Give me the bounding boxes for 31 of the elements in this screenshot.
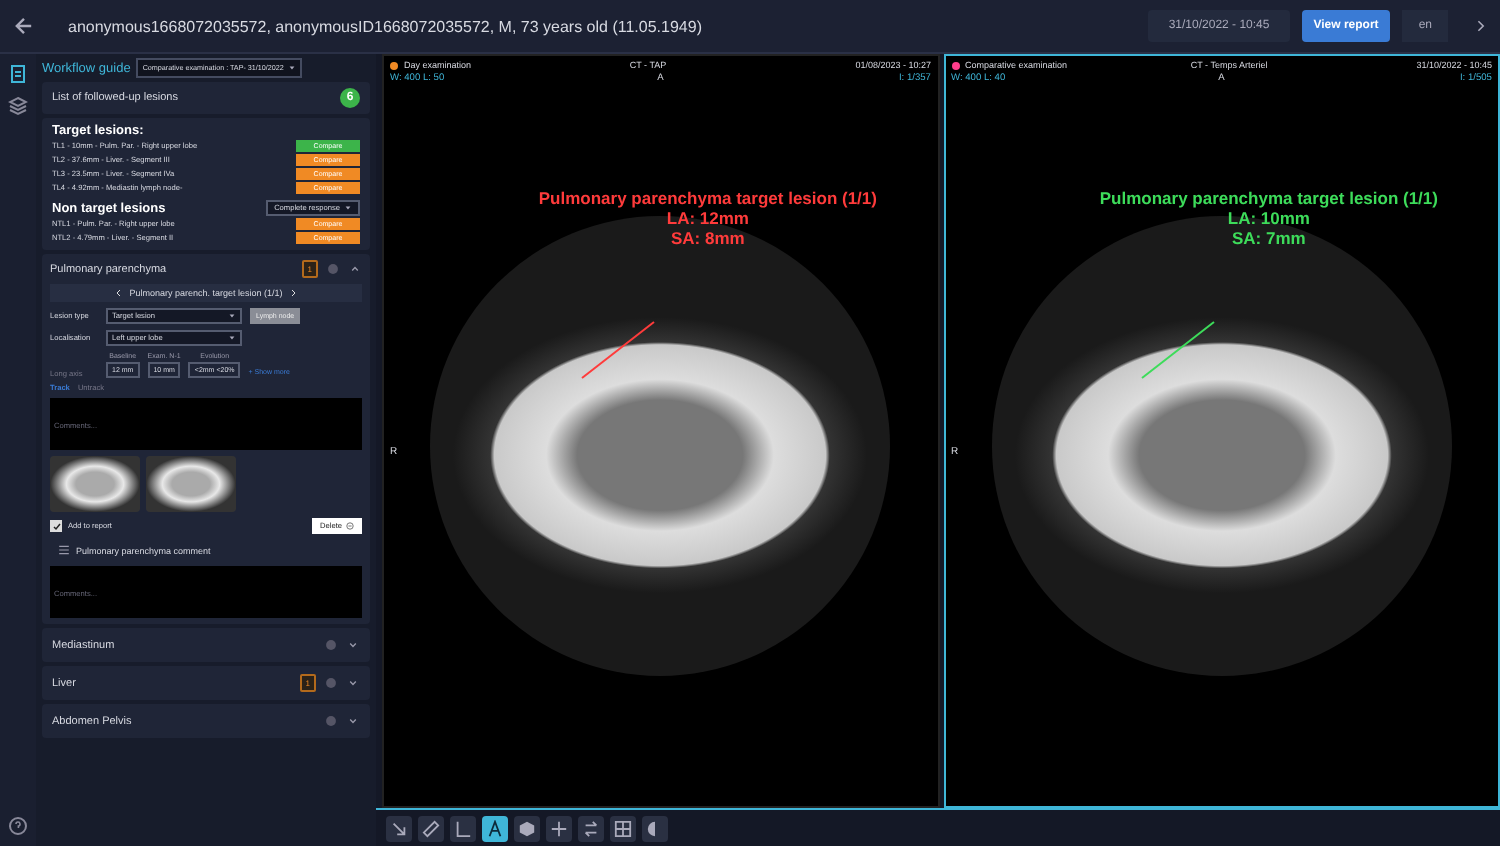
grid-tool-icon[interactable]: [610, 815, 636, 841]
annotation-label: Pulmonary parenchyma target lesion (1/1) LA: 12mm SA: 8mm: [538, 188, 877, 248]
plus-tool-icon[interactable]: [546, 815, 572, 841]
chevron-down-icon[interactable]: [346, 714, 360, 728]
caret-icon: [228, 312, 236, 320]
hexagon-tool-icon[interactable]: [514, 815, 540, 841]
angle-tool-icon[interactable]: [450, 815, 476, 841]
document-icon[interactable]: [8, 64, 28, 84]
chevron-up-icon[interactable]: [348, 262, 362, 276]
help-icon[interactable]: [8, 816, 28, 836]
layers-icon[interactable]: [8, 96, 28, 116]
add-to-report-checkbox[interactable]: [50, 520, 62, 532]
menu-icon: [58, 544, 70, 556]
arrow-tool-icon[interactable]: [386, 815, 412, 841]
ct-thumbnail[interactable]: [146, 456, 236, 512]
ct-thumbnail[interactable]: [50, 456, 140, 512]
swap-tool-icon[interactable]: [578, 815, 604, 841]
annotation-label: Pulmonary parenchyma target lesion (1/1) LA: 10mm SA: 7mm: [1099, 188, 1438, 248]
patient-info: anonymous1668072035572, anonymousID1668072035572, M, 73 years old (11.05.1949): [68, 17, 704, 35]
a-tool-icon[interactable]: [482, 815, 508, 841]
chevron-right-icon[interactable]: [1472, 18, 1488, 34]
caret-icon: [228, 334, 236, 342]
back-arrow-icon[interactable]: [12, 14, 36, 38]
chevron-down-icon[interactable]: [346, 638, 360, 652]
minus-circle-icon: [346, 522, 354, 530]
leader-line: [1138, 320, 1219, 380]
caret-icon: [344, 204, 352, 212]
leader-line: [577, 320, 658, 380]
contrast-tool-icon[interactable]: [642, 815, 668, 841]
ruler-tool-icon[interactable]: [418, 815, 444, 841]
chevron-down-icon[interactable]: [346, 676, 360, 690]
